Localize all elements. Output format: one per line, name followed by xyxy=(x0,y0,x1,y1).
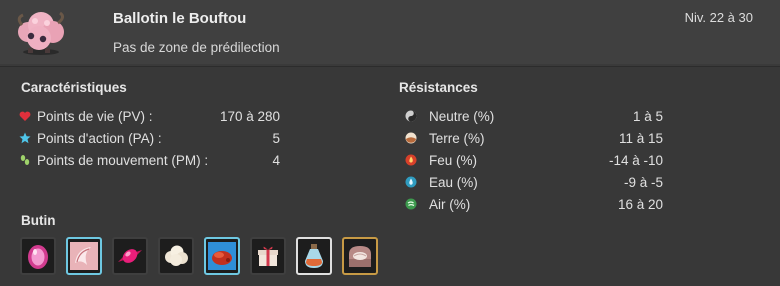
white-wool-icon xyxy=(165,245,188,266)
earth-element-icon xyxy=(404,131,418,145)
resistance-label: Air (%) xyxy=(429,196,471,212)
potion-bottle-icon xyxy=(305,244,323,268)
pink-egg-icon xyxy=(28,245,48,269)
resistance-row-air: Air (%) 16 à 20 xyxy=(404,194,663,214)
loot-slot-5[interactable] xyxy=(204,237,240,275)
resistance-value: 11 à 15 xyxy=(618,130,663,146)
star-icon xyxy=(18,131,32,145)
neutral-element-icon xyxy=(404,109,418,123)
stat-row-pm: Points de mouvement (PM) : 4 xyxy=(18,150,286,170)
monster-zone: Pas de zone de prédilection xyxy=(113,40,280,55)
resistance-row-earth: Terre (%) 11 à 15 xyxy=(404,128,663,148)
air-element-icon xyxy=(404,197,418,211)
loot-slot-1[interactable] xyxy=(20,237,56,275)
water-element-icon xyxy=(404,175,418,189)
pink-candy-icon xyxy=(118,249,142,263)
resistance-label: Feu (%) xyxy=(429,152,478,168)
monster-name: Ballotin le Bouftou xyxy=(113,10,247,27)
loot-slot-8[interactable] xyxy=(342,237,378,275)
resistance-label: Eau (%) xyxy=(429,174,478,190)
resistance-label: Neutre (%) xyxy=(429,108,495,124)
characteristics-title: Caractéristiques xyxy=(21,80,127,95)
resistances-title: Résistances xyxy=(399,80,478,95)
red-meat-icon xyxy=(208,242,236,270)
monster-header: Ballotin le Bouftou Pas de zone de prédi… xyxy=(0,0,780,64)
resistance-value: -9 à -5 xyxy=(623,174,663,190)
stat-value: 5 xyxy=(272,130,280,146)
stat-value: 4 xyxy=(272,152,280,168)
stat-label: Points de mouvement (PM) : xyxy=(37,152,209,168)
resistance-row-water: Eau (%) -9 à -5 xyxy=(404,172,663,192)
heart-icon xyxy=(18,109,32,123)
wool-skin-icon xyxy=(70,242,98,270)
loot-slot-7[interactable] xyxy=(296,237,332,275)
stat-row-pv: Points de vie (PV) : 170 à 280 xyxy=(18,106,286,126)
stat-row-pa: Points d'action (PA) : 5 xyxy=(18,128,286,148)
loot-slot-3[interactable] xyxy=(112,237,148,275)
loot-slot-6[interactable] xyxy=(250,237,286,275)
resistance-label: Terre (%) xyxy=(429,130,485,146)
stat-label: Points d'action (PA) : xyxy=(37,130,162,146)
resistance-row-fire: Feu (%) -14 à -10 xyxy=(404,150,663,170)
treasure-chest-icon xyxy=(349,246,371,267)
loot-title: Butin xyxy=(21,213,56,228)
fire-element-icon xyxy=(404,153,418,167)
stat-value: 170 à 280 xyxy=(219,108,280,124)
bouftou-avatar-icon xyxy=(14,8,68,58)
loot-slot-4[interactable] xyxy=(158,237,194,275)
resistance-value: -14 à -10 xyxy=(608,152,663,168)
resistance-row-neutral: Neutre (%) 1 à 5 xyxy=(404,106,663,126)
monster-level: Niv. 22 à 30 xyxy=(684,10,753,25)
resistance-value: 16 à 20 xyxy=(617,196,663,212)
stat-label: Points de vie (PV) : xyxy=(37,108,153,124)
gift-box-icon xyxy=(258,246,278,266)
footstep-icon xyxy=(18,153,32,167)
monster-details-panel: Caractéristiques Points de vie (PV) : 17… xyxy=(0,66,780,286)
loot-slot-2[interactable] xyxy=(66,237,102,275)
resistance-value: 1 à 5 xyxy=(632,108,663,124)
